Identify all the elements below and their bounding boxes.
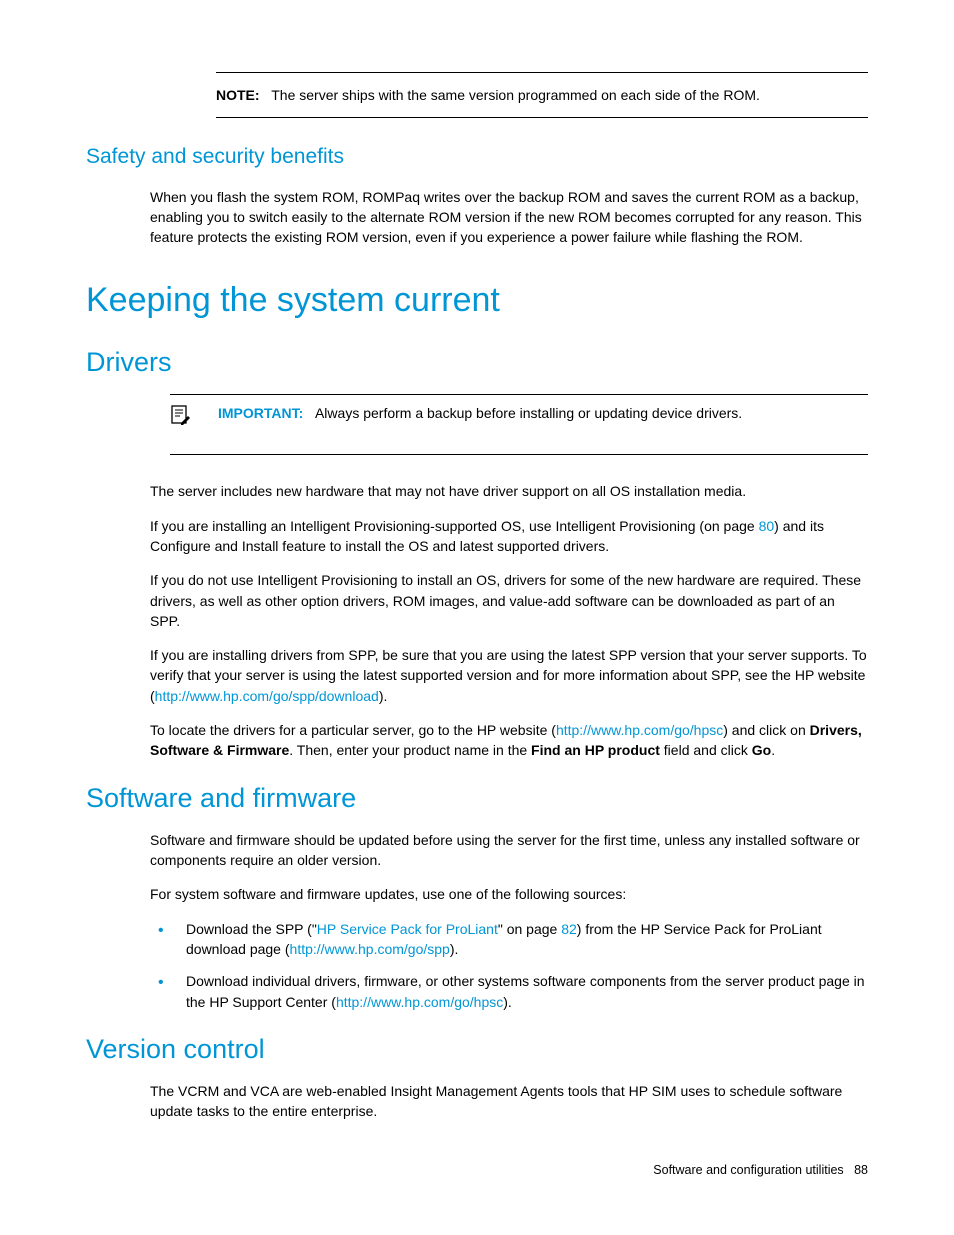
footer-page: 88 <box>854 1163 868 1177</box>
drivers-p1: The server includes new hardware that ma… <box>150 481 868 501</box>
link-spp-download[interactable]: http://www.hp.com/go/spp/download <box>155 688 379 704</box>
software-p1: Software and firmware should be updated … <box>150 830 868 871</box>
heading-version: Version control <box>86 1030 868 1069</box>
list-item: Download individual drivers, firmware, o… <box>150 971 868 1012</box>
version-p1: The VCRM and VCA are web-enabled Insight… <box>150 1081 868 1122</box>
safety-p1: When you flash the system ROM, ROMPaq wr… <box>150 187 868 248</box>
note-box: NOTE: The server ships with the same ver… <box>216 72 868 118</box>
heading-keeping: Keeping the system current <box>86 276 868 325</box>
drivers-p5-bold2: Find an HP product <box>531 742 660 758</box>
drivers-p4b: ). <box>379 688 388 704</box>
important-label: IMPORTANT: <box>218 405 303 421</box>
drivers-p3: If you do not use Intelligent Provisioni… <box>150 570 868 631</box>
li2a: Download individual drivers, firmware, o… <box>186 973 865 1009</box>
sp <box>307 405 315 421</box>
drivers-p2a: If you are installing an Intelligent Pro… <box>150 518 759 534</box>
link-hpsc-2[interactable]: http://www.hp.com/go/hpsc <box>336 994 503 1010</box>
drivers-p5e: . <box>771 742 775 758</box>
drivers-p5a: To locate the drivers for a particular s… <box>150 722 556 738</box>
important-content: IMPORTANT: Always perform a backup befor… <box>218 403 742 423</box>
link-page-80[interactable]: 80 <box>759 518 775 534</box>
drivers-p5-bold3: Go <box>752 742 771 758</box>
list-item: Download the SPP ("HP Service Pack for P… <box>150 919 868 960</box>
link-page-82[interactable]: 82 <box>561 921 577 937</box>
heading-drivers: Drivers <box>86 343 868 382</box>
note-body: The server ships with the same version p… <box>271 87 760 103</box>
note-label: NOTE: <box>216 87 260 103</box>
drivers-p4: If you are installing drivers from SPP, … <box>150 645 868 706</box>
software-list: Download the SPP ("HP Service Pack for P… <box>150 919 868 1012</box>
drivers-p5: To locate the drivers for a particular s… <box>150 720 868 761</box>
link-spp-proliant[interactable]: HP Service Pack for ProLiant <box>317 921 498 937</box>
important-box: IMPORTANT: Always perform a backup befor… <box>170 394 868 455</box>
heading-software: Software and firmware <box>86 779 868 818</box>
drivers-p5b: ) and click on <box>723 722 809 738</box>
important-text: Always perform a backup before installin… <box>315 405 742 421</box>
notepad-icon <box>170 403 218 430</box>
page-footer: Software and configuration utilities 88 <box>653 1161 868 1179</box>
heading-safety: Safety and security benefits <box>86 142 868 172</box>
software-p2: For system software and firmware updates… <box>150 884 868 904</box>
li2b: ). <box>503 994 512 1010</box>
li1b: " on page <box>498 921 561 937</box>
li1d: ). <box>450 941 459 957</box>
link-hpsc-1[interactable]: http://www.hp.com/go/hpsc <box>556 722 723 738</box>
footer-section: Software and configuration utilities <box>653 1163 843 1177</box>
li1a: Download the SPP (" <box>186 921 317 937</box>
drivers-p5c: . Then, enter your product name in the <box>289 742 531 758</box>
link-go-spp[interactable]: http://www.hp.com/go/spp <box>290 941 450 957</box>
drivers-p5d: field and click <box>660 742 752 758</box>
drivers-p2: If you are installing an Intelligent Pro… <box>150 516 868 557</box>
